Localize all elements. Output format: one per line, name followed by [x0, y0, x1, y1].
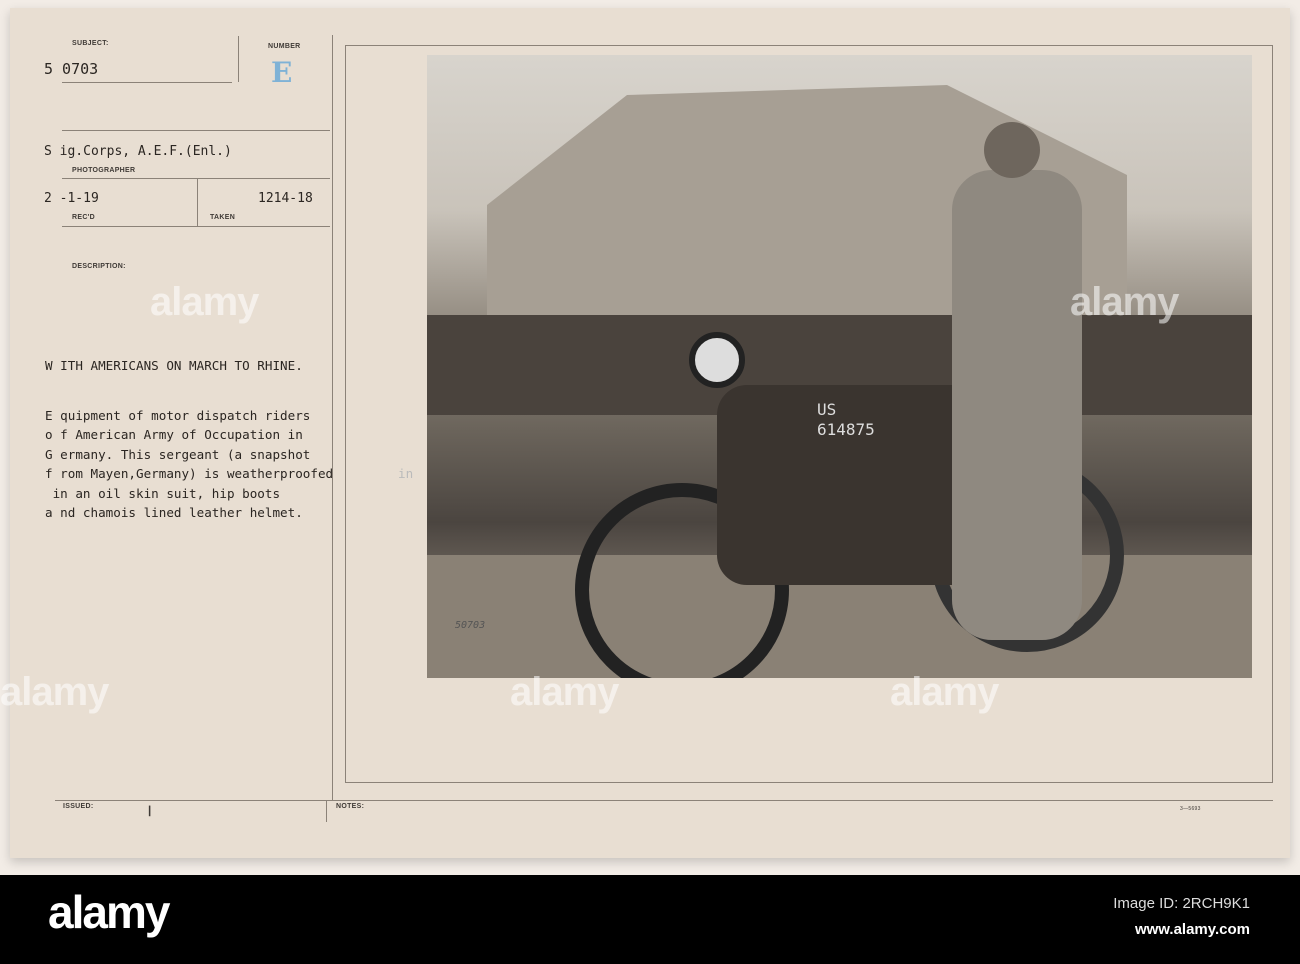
photographer-label: PHOTOGRAPHER: [72, 167, 136, 174]
footer-bar: alamy Image ID: 2RCH9K1 www.alamy.com: [0, 875, 1300, 964]
photo-scene: US 614875: [427, 85, 1252, 678]
number-label: NUMBER: [268, 43, 301, 50]
soldier-head: [984, 122, 1040, 178]
watermark: alamy: [150, 280, 259, 324]
divider: [62, 82, 232, 83]
divider: [55, 800, 1273, 801]
description-line: f rom Mayen,Germany) is weatherproofed: [45, 466, 334, 481]
issued-mark: ꟾ: [148, 807, 152, 819]
received-label: REC'D: [72, 214, 95, 221]
image-id: Image ID: 2RCH9K1: [1113, 895, 1250, 912]
watermark: alamy: [890, 670, 999, 714]
description-line: E quipment of motor dispatch riders: [45, 408, 311, 423]
issued-label: ISSUED:: [63, 803, 94, 810]
plate-number: 614875: [817, 420, 875, 439]
taken-value: 1214-18: [258, 191, 313, 206]
subject-value: 5 0703: [44, 60, 99, 78]
notes-label: NOTES:: [336, 803, 365, 810]
divider: [197, 178, 198, 226]
headlight: [689, 332, 745, 388]
divider: [326, 800, 327, 822]
soldier: [952, 170, 1082, 640]
description-label: DESCRIPTION:: [72, 263, 126, 270]
alamy-logo: alamy: [48, 886, 170, 938]
photo-number-stamp: 50703: [455, 620, 486, 631]
number-value: E: [271, 56, 293, 89]
watermark: alamy: [510, 670, 619, 714]
photographer-value: S ig.Corps, A.E.F.(Enl.): [44, 144, 232, 159]
description-line: a nd chamois lined leather helmet.: [45, 505, 303, 520]
received-value: 2 -1-19: [44, 191, 99, 206]
taken-label: TAKEN: [210, 214, 236, 221]
plate-us: US: [817, 400, 836, 419]
column-divider: [332, 35, 333, 800]
description-line: G ermany. This sergeant (a snapshot: [45, 447, 311, 462]
watermark: alamy: [1070, 280, 1179, 324]
headline: W ITH AMERICANS ON MARCH TO RHINE.: [45, 358, 303, 373]
divider: [62, 178, 330, 179]
photograph: US 614875: [427, 55, 1252, 678]
description-line: in an oil skin suit, hip boots: [45, 486, 281, 501]
alamy-url[interactable]: www.alamy.com: [1135, 921, 1250, 938]
divider: [62, 130, 330, 131]
form-number: 3—5693: [1180, 806, 1201, 812]
watermark: alamy: [0, 670, 109, 714]
divider: [62, 226, 330, 227]
subject-label: SUBJECT:: [72, 40, 109, 47]
description-line: o f American Army of Occupation in: [45, 427, 303, 442]
divider: [238, 36, 239, 82]
